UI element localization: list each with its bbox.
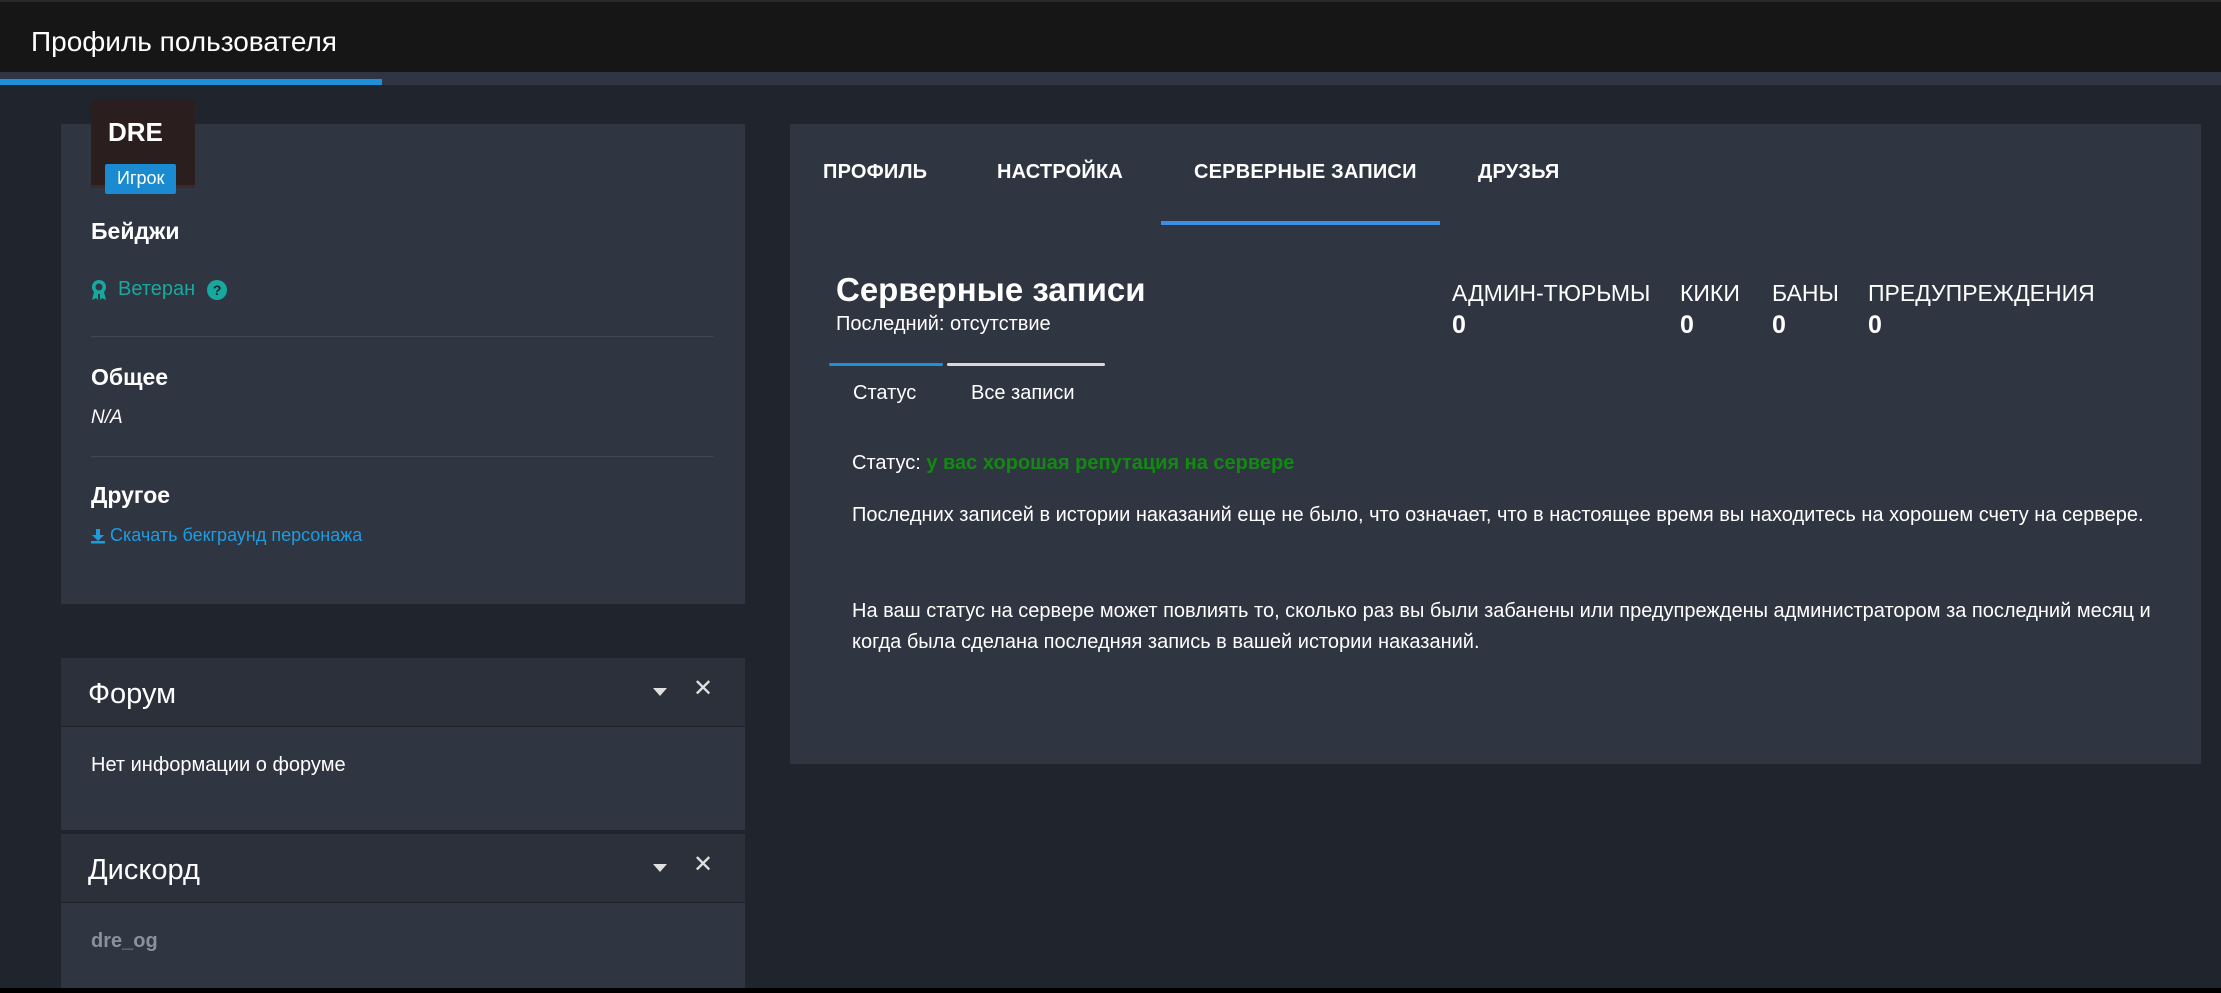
subtab-status[interactable]: Статус — [853, 382, 916, 405]
active-tab-indicator — [1161, 221, 1440, 225]
records-last: Последний: отсутствие — [836, 313, 1051, 335]
stat-value-jails: 0 — [1452, 311, 1466, 339]
collapse-caret-icon[interactable] — [653, 864, 667, 872]
subtab-indicator — [947, 363, 1105, 366]
general-value: N/A — [91, 407, 123, 428]
stat-value-bans: 0 — [1772, 311, 1786, 339]
medal-icon — [90, 279, 108, 301]
badge-label: Ветеран — [118, 278, 196, 300]
forum-widget: Форум ✕ Нет информации о форуме — [61, 658, 745, 830]
download-background-link[interactable]: Скачать бекграунд персонажа — [90, 525, 362, 546]
tab-server-records[interactable]: СЕРВЕРНЫЕ ЗАПИСИ — [1194, 161, 1417, 184]
page-title: Профиль пользователя — [31, 26, 337, 57]
stat-label-kicks: КИКИ — [1680, 280, 1740, 306]
role-badge: Игрок — [105, 164, 177, 194]
tab-friends[interactable]: ДРУЗЬЯ — [1478, 161, 1559, 184]
badge-veteran[interactable]: Ветеран ? — [90, 278, 228, 301]
close-icon[interactable]: ✕ — [693, 853, 713, 877]
status-label: Статус: — [852, 452, 921, 474]
badges-heading: Бейджи — [91, 218, 180, 244]
subtab-active-indicator — [829, 363, 943, 366]
discord-widget: Дискорд ✕ dre_og — [61, 834, 745, 988]
discord-widget-header: Дискорд ✕ — [61, 834, 745, 903]
forum-body: Нет информации о форуме — [91, 754, 346, 776]
status-value: у вас хорошая репутация на сервере — [926, 452, 1295, 474]
forum-widget-header: Форум ✕ — [61, 658, 745, 727]
header-progress-bar — [0, 79, 382, 85]
top-bar: Профиль пользователя — [0, 0, 2221, 79]
tab-profile[interactable]: ПРОФИЛЬ — [823, 161, 927, 184]
close-icon[interactable]: ✕ — [693, 677, 713, 701]
help-icon[interactable]: ? — [207, 279, 228, 300]
subtab-all-records[interactable]: Все записи — [971, 382, 1075, 405]
records-card — [790, 124, 2201, 764]
download-label: Скачать бекграунд персонажа — [110, 525, 363, 545]
divider — [91, 456, 713, 457]
header-progress-track — [382, 79, 2221, 85]
records-paragraph-1: Последних записей в истории наказаний ещ… — [852, 504, 2144, 526]
bottom-strip — [0, 988, 2221, 993]
stat-label-warnings: ПРЕДУПРЕЖДЕНИЯ — [1868, 280, 2095, 306]
discord-username: dre_og — [91, 930, 158, 952]
stat-value-kicks: 0 — [1680, 311, 1694, 339]
collapse-caret-icon[interactable] — [653, 688, 667, 696]
other-heading: Другое — [91, 482, 171, 508]
records-paragraph-2: На ваш статус на сервере может повлиять … — [852, 600, 2151, 653]
stat-label-jails: АДМИН-ТЮРЬМЫ — [1452, 280, 1651, 306]
stat-value-warnings: 0 — [1868, 311, 1882, 339]
divider — [91, 336, 713, 337]
discord-title: Дискорд — [88, 854, 200, 886]
download-icon — [90, 528, 106, 544]
status-line: Статус: у вас хорошая репутация на серве… — [852, 452, 1294, 475]
username: DRE — [108, 117, 163, 147]
forum-title: Форум — [88, 678, 177, 710]
general-heading: Общее — [91, 364, 169, 390]
records-heading: Серверные записи — [836, 271, 1146, 308]
stat-label-bans: БАНЫ — [1772, 280, 1839, 306]
tab-settings[interactable]: НАСТРОЙКА — [997, 161, 1123, 184]
